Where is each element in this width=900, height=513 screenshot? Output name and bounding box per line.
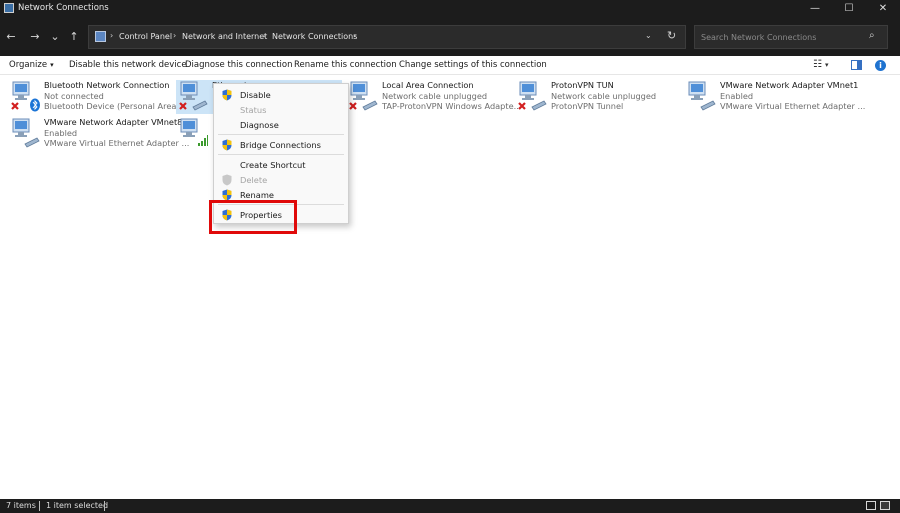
menu-item-label: Disable (240, 90, 271, 100)
menu-separator (218, 154, 344, 155)
maximize-button[interactable]: ☐ (832, 0, 866, 18)
bluetooth-adapter-icon (11, 81, 40, 112)
menu-item-create-shortcut[interactable]: Create Shortcut (214, 158, 348, 172)
breadcrumb-separator[interactable]: › (353, 31, 356, 40)
connection-vmnet1[interactable]: VMware Network Adapter VMnet1 Enabled VM… (684, 80, 865, 114)
wifi-adapter-icon (180, 118, 208, 146)
uac-shield-icon (222, 89, 232, 101)
view-icon: ☷ (813, 59, 822, 70)
view-options-button[interactable]: ☷ ▾ (813, 59, 828, 70)
connection-local-area[interactable]: Local Area Connection Network cable unpl… (346, 80, 521, 114)
connection-device: VMware Virtual Ethernet Adapter ... (720, 101, 866, 111)
control-panel-icon (95, 31, 106, 42)
breadcrumb-separator[interactable]: › (173, 31, 176, 40)
help-icon[interactable]: i (875, 60, 886, 71)
breadcrumb-network-and-internet[interactable]: Network and Internet (182, 32, 267, 41)
connection-device: Bluetooth Device (Personal Area ... (44, 101, 187, 111)
selection-count: 1 item selected (46, 501, 109, 510)
diagnose-connection-button[interactable]: Diagnose this connection (185, 60, 293, 70)
menu-item-label: Diagnose (240, 120, 279, 130)
uac-shield-icon (222, 174, 232, 186)
minimize-button[interactable]: — (798, 0, 832, 18)
organize-label: Organize (9, 60, 48, 70)
command-bar: Organize ▾ Disable this network device Di… (0, 56, 900, 75)
breadcrumb-separator: › (110, 31, 114, 40)
menu-separator (218, 134, 344, 135)
chevron-down-icon: ▾ (824, 61, 829, 69)
network-connections-app-icon (4, 3, 14, 13)
connection-name: VMware Network Adapter VMnet8 (44, 117, 183, 127)
address-bar[interactable]: › Control Panel › Network and Internet ›… (88, 25, 686, 49)
uac-shield-icon (222, 139, 232, 151)
chevron-down-icon: ▾ (50, 61, 54, 69)
organize-button[interactable]: Organize ▾ (9, 60, 54, 70)
connection-name: ProtonVPN TUN (551, 80, 614, 90)
menu-item-diagnose[interactable]: Diagnose (214, 118, 348, 132)
network-adapter-icon (349, 81, 378, 111)
large-icons-view-button[interactable] (880, 501, 890, 510)
ethernet-adapter-icon (179, 81, 208, 111)
connection-bluetooth[interactable]: Bluetooth Network Connection Not connect… (8, 80, 187, 114)
connection-status: Enabled (720, 91, 754, 101)
title-bar: Network Connections — ☐ ✕ (0, 0, 900, 18)
connection-device: VMware Virtual Ethernet Adapter ... (44, 138, 190, 148)
forward-button[interactable]: → (26, 29, 44, 45)
rename-connection-button[interactable]: Rename this connection (294, 60, 397, 70)
item-count: 7 items (6, 501, 36, 510)
change-settings-button[interactable]: Change settings of this connection (399, 60, 547, 70)
connection-status: Enabled (44, 128, 78, 138)
preview-pane-button[interactable] (851, 60, 862, 70)
network-adapter-icon (518, 81, 547, 111)
menu-item-label: Create Shortcut (240, 160, 306, 170)
menu-item-delete: Delete (214, 173, 348, 187)
breadcrumb-separator[interactable]: › (263, 31, 266, 40)
network-adapter-icon (688, 81, 716, 111)
disable-network-device-button[interactable]: Disable this network device (69, 60, 187, 70)
status-divider (39, 501, 40, 511)
connection-name: Bluetooth Network Connection (44, 80, 170, 90)
search-icon[interactable]: ⌕ (869, 30, 875, 41)
menu-item-label: Bridge Connections (240, 140, 321, 150)
connection-name: VMware Network Adapter VMnet1 (720, 80, 859, 90)
connection-device: ProtonVPN Tunnel (551, 101, 624, 111)
breadcrumb-network-connections[interactable]: Network Connections (272, 32, 357, 41)
search-input[interactable] (701, 31, 861, 44)
back-button[interactable]: ← (2, 29, 20, 45)
address-row: ← → ⌄ ↑ › Control Panel › Network and In… (0, 18, 900, 56)
breadcrumb-control-panel[interactable]: Control Panel (119, 32, 172, 41)
connection-vmnet8[interactable]: VMware Network Adapter VMnet8 Enabled VM… (8, 117, 189, 151)
recent-locations-button[interactable]: ⌄ (46, 29, 64, 45)
connection-status: Network cable unplugged (382, 91, 488, 101)
details-view-button[interactable] (866, 501, 876, 510)
refresh-icon[interactable]: ↻ (667, 29, 676, 42)
menu-item-status: Status (214, 103, 348, 117)
menu-item-label: Delete (240, 175, 268, 185)
connection-status: Network cable unplugged (551, 91, 657, 101)
network-adapter-icon (12, 118, 40, 148)
window-title: Network Connections (18, 3, 109, 13)
menu-item-label: Status (240, 105, 267, 115)
close-button[interactable]: ✕ (866, 0, 900, 18)
properties-highlight-box (209, 200, 297, 234)
address-history-dropdown[interactable]: ⌄ (645, 31, 652, 40)
connection-name: Local Area Connection (382, 80, 474, 90)
status-divider (104, 501, 105, 511)
up-button[interactable]: ↑ (65, 29, 83, 45)
connection-protonvpn-tun[interactable]: ProtonVPN TUN Network cable unplugged Pr… (515, 80, 683, 114)
connection-device: TAP-ProtonVPN Windows Adapte... (382, 101, 522, 111)
status-bar: 7 items 1 item selected (0, 499, 900, 513)
menu-item-disable[interactable]: Disable (214, 88, 348, 102)
menu-item-label: Rename (240, 190, 275, 200)
menu-item-bridge-connections[interactable]: Bridge Connections (214, 138, 348, 152)
connection-wifi[interactable] (176, 117, 216, 151)
search-box[interactable]: ⌕ (694, 25, 888, 49)
connection-status: Not connected (44, 91, 104, 101)
